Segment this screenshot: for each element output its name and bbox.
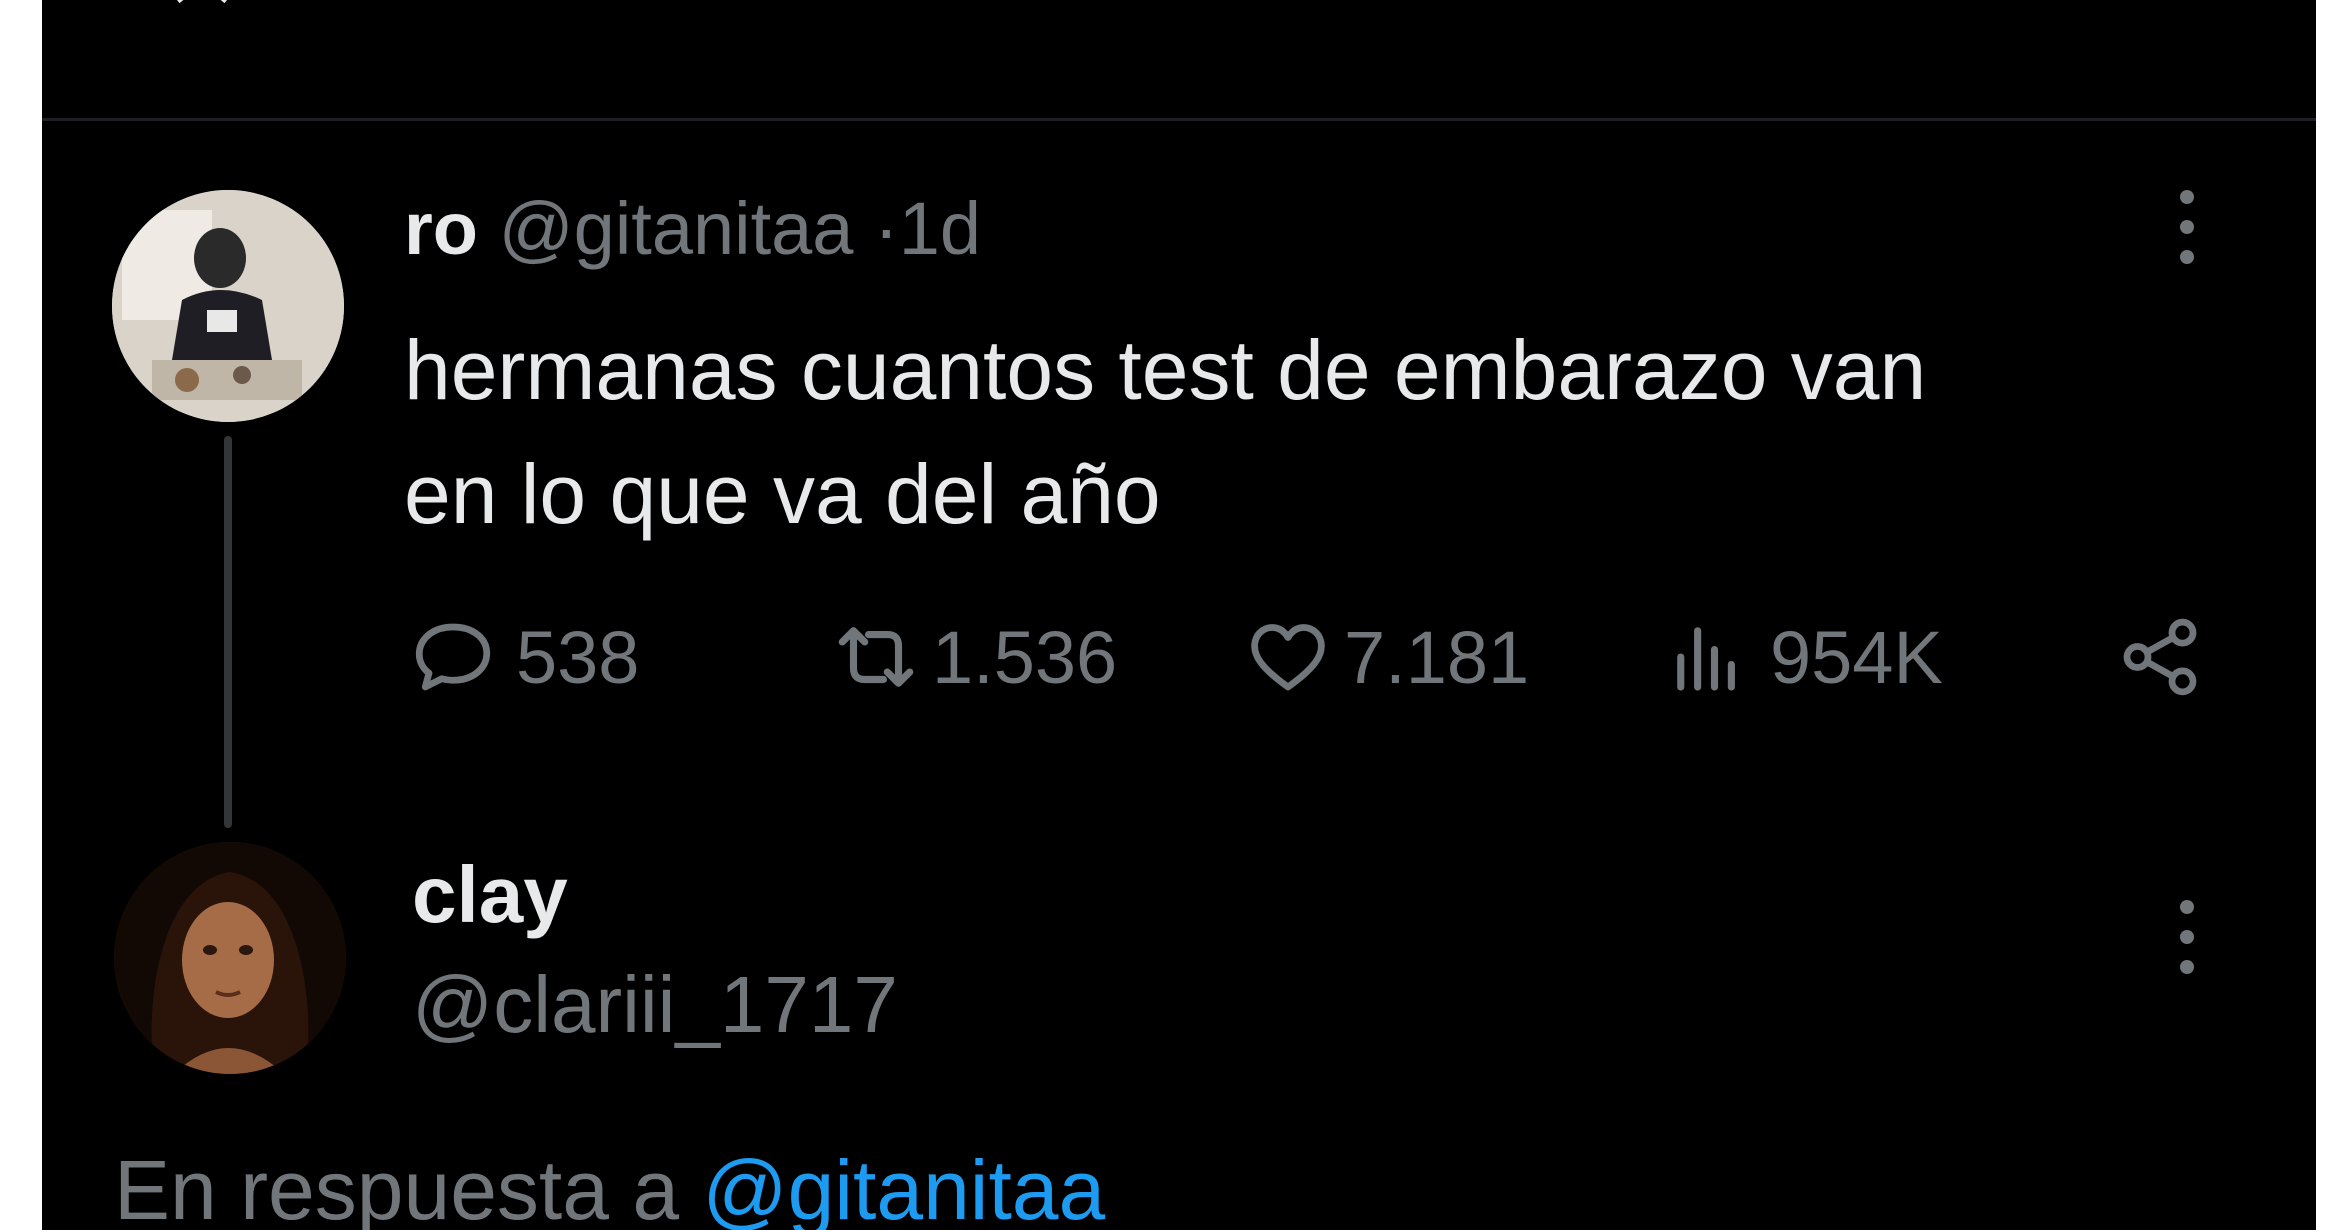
- reply-context-label: En respuesta a: [114, 1143, 680, 1230]
- mention-link[interactable]: @gitanitaa: [702, 1143, 1105, 1230]
- avatar[interactable]: [112, 190, 344, 422]
- reply-author-name[interactable]: clay: [412, 850, 568, 940]
- like-count: 7.181: [1344, 615, 1530, 699]
- speech-bubble-icon: [408, 612, 498, 702]
- tweet-header: ro @gitanitaa ·1d: [404, 184, 981, 274]
- share-icon: [2112, 612, 2208, 702]
- author-handle[interactable]: @gitanitaa: [499, 187, 854, 270]
- header-divider: [42, 118, 2316, 121]
- reply-count: 538: [516, 615, 640, 699]
- tweet-text: hermanas cuantos test de embarazo van en…: [404, 308, 2204, 556]
- like-button[interactable]: 7.181: [1240, 612, 1529, 702]
- reply-context: En respuesta a @gitanitaa: [114, 1140, 1105, 1230]
- repost-button[interactable]: 1.536: [826, 612, 1117, 702]
- tweet-text-line: en lo que va del año: [404, 447, 1161, 541]
- avatar[interactable]: [114, 842, 346, 1074]
- tweet-actions: 538 1.536 7.181 954K: [42, 612, 2316, 702]
- timestamp[interactable]: 1d: [899, 187, 981, 270]
- views-button[interactable]: 954K: [1662, 612, 1943, 702]
- bar-chart-icon: [1662, 612, 1752, 702]
- more-vertical-icon[interactable]: [2172, 898, 2202, 978]
- repost-count: 1.536: [932, 615, 1118, 699]
- more-vertical-icon[interactable]: [2172, 188, 2202, 268]
- post-thread-view: Post ro @gitanitaa ·1d hermanas cuantos …: [42, 0, 2316, 1230]
- separator: ·: [874, 187, 899, 270]
- author-name[interactable]: ro: [404, 187, 478, 270]
- page-title: Post: [480, 0, 688, 15]
- reply-author-handle[interactable]: @clariii_1717: [412, 960, 898, 1050]
- share-button[interactable]: [2112, 612, 2208, 702]
- repost-icon: [826, 612, 926, 702]
- views-count: 954K: [1770, 615, 1943, 699]
- heart-icon: [1240, 612, 1336, 702]
- reply-button[interactable]: 538: [408, 612, 639, 702]
- tweet-text-line: hermanas cuantos test de embarazo van: [404, 323, 1927, 417]
- arrow-left-icon[interactable]: [172, 0, 232, 10]
